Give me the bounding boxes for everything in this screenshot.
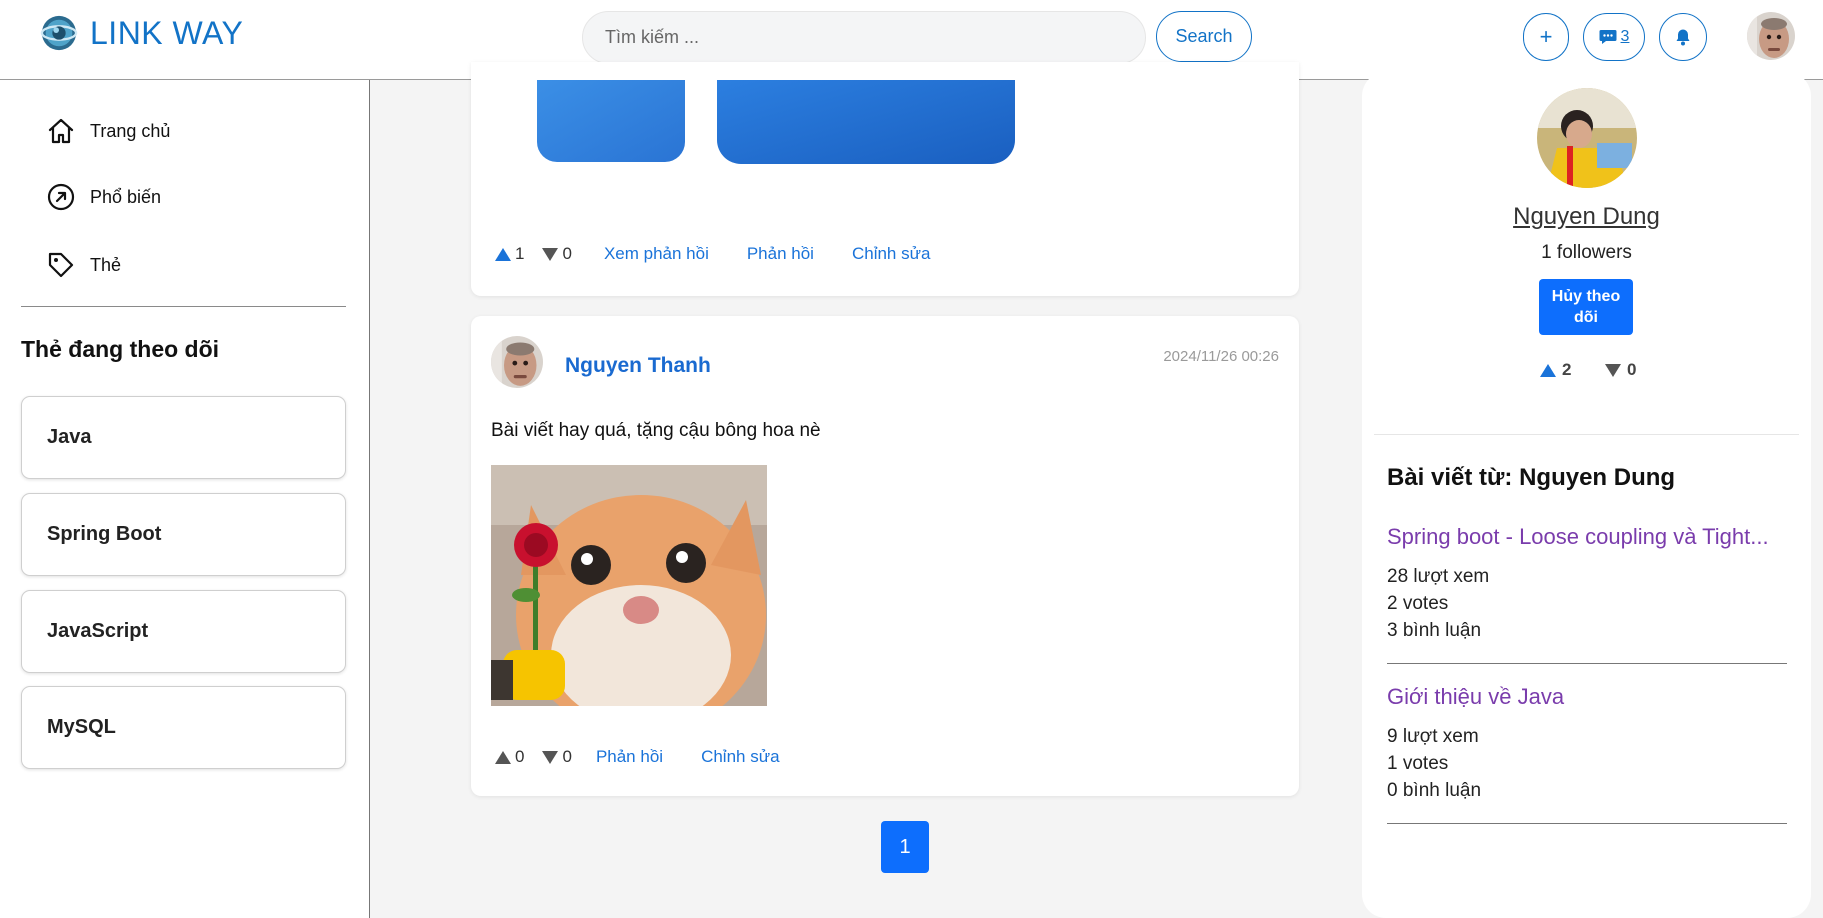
sidebar-divider [21, 306, 346, 307]
message-count-badge: 3 [1620, 28, 1630, 45]
profile-downvote-count: 0 [1627, 360, 1637, 379]
unfollow-button[interactable]: Hủy theo dõi [1539, 279, 1633, 335]
messages-button[interactable]: 3 [1583, 13, 1645, 61]
tag-icon [48, 252, 74, 278]
upvote-count: 0 [515, 747, 525, 766]
edit-link[interactable]: Chỉnh sửa [852, 244, 930, 264]
profile-avatar[interactable] [1537, 88, 1637, 188]
author-profile-panel: Nguyen Dung 1 followers Hủy theo dõi 2 0… [1362, 72, 1811, 918]
edit-link[interactable]: Chỉnh sửa [701, 747, 779, 767]
profile-avatar-image [1537, 88, 1637, 188]
nav-popular-label: Phổ biến [90, 186, 162, 207]
author-posts-title: Bài viết từ: Nguyen Dung [1387, 464, 1676, 491]
post-comments: 3 bình luận [1387, 620, 1482, 641]
downvote-count: 0 [562, 244, 572, 263]
search-box [582, 11, 1146, 64]
downvote-button[interactable]: 0 [542, 747, 572, 767]
author-avatar-image [491, 336, 543, 388]
upvote-icon [495, 247, 511, 261]
post-divider [1387, 663, 1787, 664]
create-post-button[interactable]: + [1523, 13, 1569, 61]
post-votes: 2 votes [1387, 593, 1449, 614]
downvote-icon [542, 247, 559, 261]
downvote-button[interactable]: 0 [542, 244, 572, 264]
nav-tags-label: Thẻ [90, 254, 122, 275]
user-avatar-image [1747, 12, 1795, 60]
upvote-button[interactable]: 1 [495, 244, 524, 264]
author-post-link[interactable]: Spring boot - Loose coupling và Tight... [1387, 524, 1787, 550]
nav-popular[interactable]: Phổ biến [46, 182, 161, 212]
followed-tag-card[interactable]: Spring Boot [21, 493, 346, 576]
post-comments: 0 bình luận [1387, 780, 1482, 801]
profile-upvote-count: 2 [1562, 360, 1572, 379]
notifications-button[interactable] [1659, 13, 1707, 61]
post-divider [1387, 823, 1787, 824]
page-1-button[interactable]: 1 [881, 821, 929, 873]
chat-icon [1599, 30, 1617, 44]
post-timestamp: 2024/11/26 00:26 [1163, 348, 1279, 365]
reply-text: Bài viết hay quá, tặng cậu bông hoa nè [491, 420, 821, 441]
followed-tag-card[interactable]: JavaScript [21, 590, 346, 673]
followed-tags-title: Thẻ đang theo dõi [21, 336, 220, 362]
post-image-partial [537, 80, 1015, 164]
reply-card: Nguyen Thanh 2024/11/26 00:26 Bài viết h… [471, 316, 1299, 796]
followers-count: 1 followers [1541, 242, 1632, 263]
globe-logo-icon [40, 15, 78, 51]
profile-divider [1374, 434, 1799, 435]
nav-home[interactable]: Trang chủ [46, 116, 170, 146]
search-input[interactable] [583, 12, 1145, 63]
followed-tag-card[interactable]: Java [21, 396, 346, 479]
brand-logo[interactable]: LINK WAY [40, 14, 243, 52]
author-avatar[interactable] [491, 336, 543, 388]
upvote-icon [1540, 363, 1556, 377]
reply-actions: 0 0 Phản hồi Chỉnh sửa [495, 747, 780, 767]
downvote-icon [1605, 363, 1621, 377]
reply-link[interactable]: Phản hồi [747, 244, 814, 264]
author-name[interactable]: Nguyen Thanh [565, 354, 711, 378]
brand-name: LINK WAY [90, 14, 244, 51]
author-post-link[interactable]: Giới thiệu về Java [1387, 684, 1787, 710]
trending-icon [47, 183, 75, 211]
nav-tags[interactable]: Thẻ [46, 250, 121, 280]
profile-upvotes: 2 [1540, 360, 1571, 380]
reply-actions: 1 0 Xem phản hồi Phản hồi Chỉnh sửa [495, 244, 930, 264]
downvote-count: 0 [562, 747, 572, 766]
reply-card: 1 0 Xem phản hồi Phản hồi Chỉnh sửa [471, 62, 1299, 296]
post-views: 28 lượt xem [1387, 566, 1490, 587]
profile-name[interactable]: Nguyen Dung [1362, 203, 1811, 231]
downvote-icon [542, 750, 559, 764]
upvote-icon [495, 750, 511, 764]
home-icon [48, 118, 74, 144]
nav-home-label: Trang chủ [90, 120, 171, 141]
plus-icon: + [1539, 24, 1553, 49]
search-button[interactable]: Search [1156, 11, 1252, 62]
post-views: 9 lượt xem [1387, 726, 1479, 747]
bell-icon [1676, 29, 1690, 46]
followed-tag-card[interactable]: MySQL [21, 686, 346, 769]
reply-link[interactable]: Phản hồi [596, 747, 663, 767]
cat-flower-image [491, 465, 767, 706]
view-replies-link[interactable]: Xem phản hồi [604, 244, 709, 264]
upvote-count: 1 [515, 244, 525, 263]
user-avatar[interactable] [1747, 12, 1795, 60]
upvote-button[interactable]: 0 [495, 747, 524, 767]
post-votes: 1 votes [1387, 753, 1449, 774]
profile-downvotes: 0 [1605, 360, 1636, 380]
left-sidebar: Trang chủ Phổ biến Thẻ Thẻ đang theo dõi… [0, 80, 370, 918]
